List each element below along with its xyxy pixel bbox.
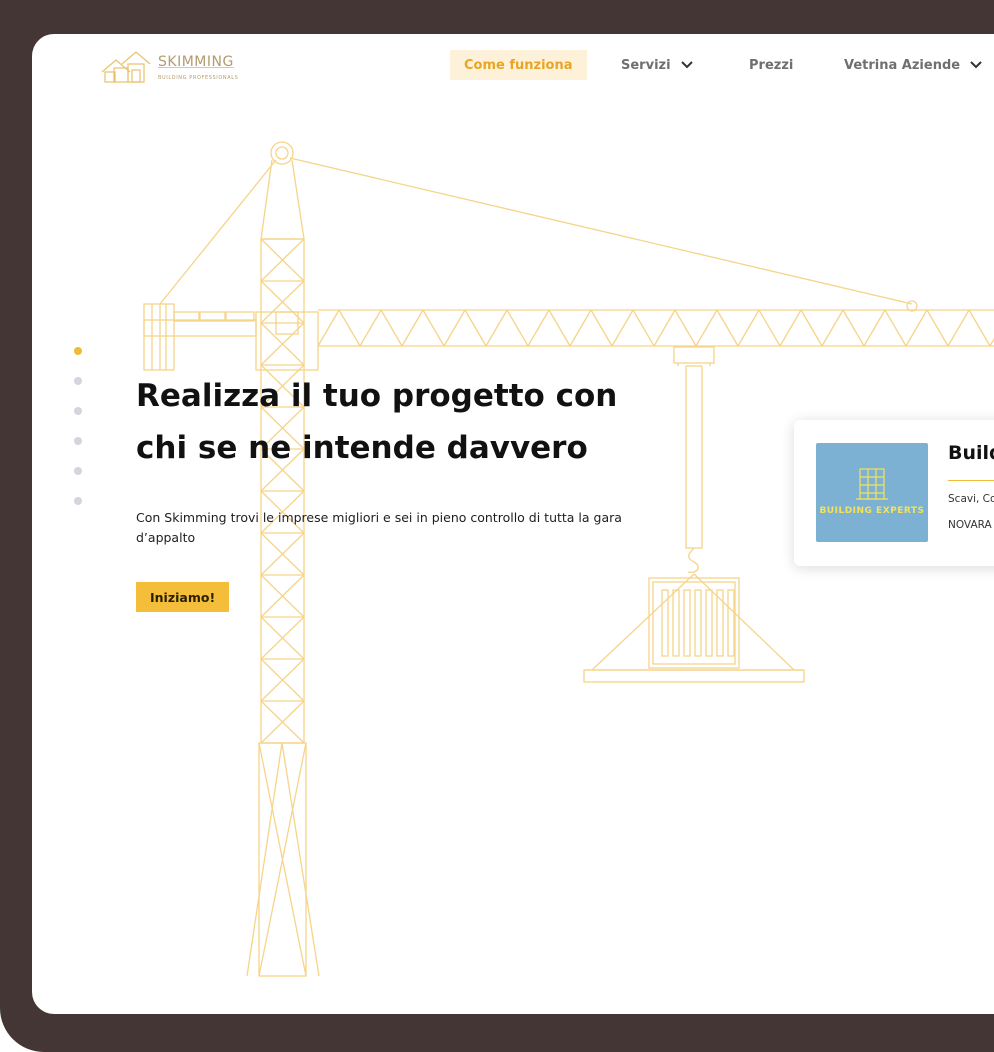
company-name: Build — [948, 442, 994, 464]
nav-prezzi[interactable]: Prezzi — [749, 50, 793, 80]
slider-dot[interactable] — [74, 497, 82, 505]
slider-dot[interactable] — [74, 377, 82, 385]
start-button[interactable]: Iniziamo! — [136, 582, 230, 612]
hero-title-line1: Realizza il tuo progetto con — [136, 378, 618, 414]
browser-viewport: SKIMMING BUILDING PROFESSIONALS Come fun… — [32, 34, 994, 1014]
nav-come-funziona-label: Come funziona — [464, 57, 573, 73]
company-logo: BUILDING EXPERTS — [816, 443, 928, 542]
nav-vetrina-aziende-label: Vetrina Aziende — [844, 57, 961, 73]
card-divider — [948, 480, 994, 481]
chevron-down-icon — [680, 61, 693, 69]
nav-vetrina-aziende[interactable]: Vetrina Aziende — [844, 50, 982, 80]
slider-dot[interactable] — [74, 347, 82, 355]
company-card[interactable]: BUILDING EXPERTS Build Scavi, Co NOVARA — [794, 420, 994, 566]
hero-subtitle: Con Skimming trovi le imprese migliori e… — [136, 510, 622, 545]
slider-dot[interactable] — [74, 467, 82, 475]
nav-come-funziona[interactable]: Come funziona — [450, 50, 587, 80]
company-services: Scavi, Co — [948, 493, 994, 505]
nav-servizi-label: Servizi — [621, 57, 671, 73]
hero-title: Realizza il tuo progetto con chi se ne i… — [136, 370, 696, 474]
building-icon — [856, 468, 888, 500]
company-city: NOVARA — [948, 519, 992, 531]
hero-title-line2: chi se ne intende davvero — [136, 430, 588, 466]
company-logo-text: BUILDING EXPERTS — [819, 506, 925, 516]
main-nav: Come funziona Servizi Prezzi Vetrina Azi… — [32, 50, 994, 80]
nav-servizi[interactable]: Servizi — [621, 50, 693, 80]
chevron-down-icon — [970, 61, 982, 69]
slider-dots — [74, 347, 82, 527]
nav-prezzi-label: Prezzi — [749, 57, 794, 73]
slider-dot[interactable] — [74, 407, 82, 415]
slider-dot[interactable] — [74, 437, 82, 445]
